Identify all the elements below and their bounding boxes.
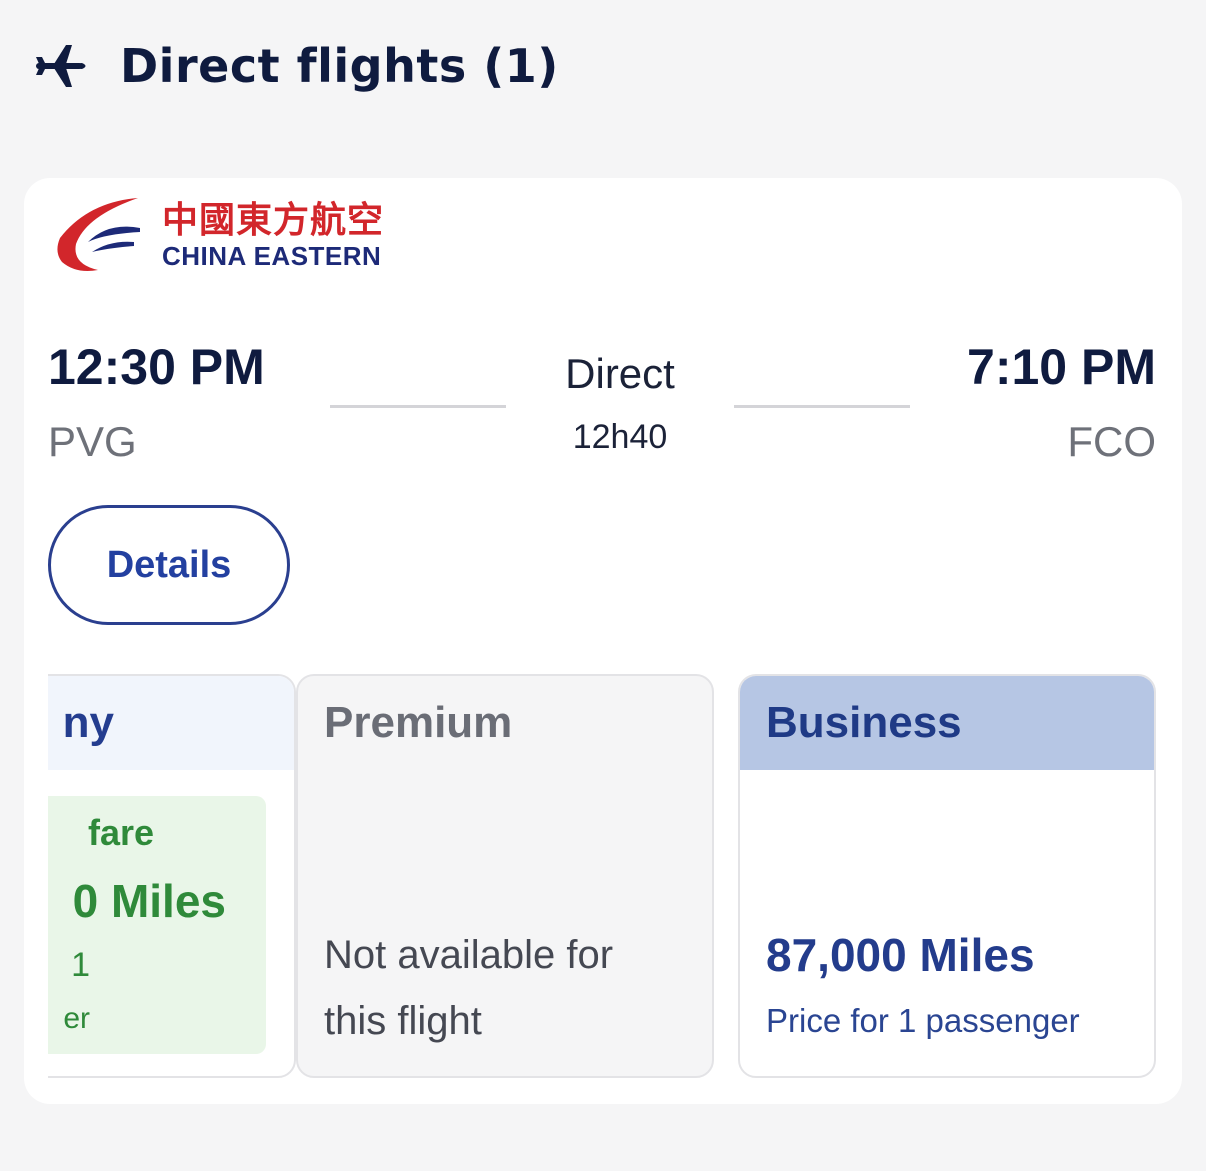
fare-carousel[interactable]: ny fare 0 Miles 1 er Premium Not availab… <box>48 672 1158 1082</box>
airline-name-en: CHINA EASTERN <box>162 241 382 271</box>
details-button[interactable]: Details <box>48 505 290 625</box>
section-title: Direct flights (1) <box>120 39 559 93</box>
fare-option-highlight[interactable]: fare 0 Miles 1 er <box>48 796 266 1054</box>
fare-name: fare <box>87 812 154 853</box>
stops-label: Direct <box>565 350 675 397</box>
flight-results-page: Direct flights (1) 中國東方航空 CHINA EASTERN … <box>0 0 1206 1171</box>
fare-unavailable-text: Not available for this flight <box>324 933 614 1043</box>
airline-logo: 中國東方航空 CHINA EASTERN <box>48 194 408 276</box>
china-eastern-swallow-logo <box>57 198 140 271</box>
fare-price: 0 Miles <box>72 875 226 927</box>
fare-note: 1 <box>71 946 90 984</box>
flight-duration: 12h40 <box>572 418 668 456</box>
route-line-left <box>330 405 506 408</box>
arrival-airport: FCO <box>1067 418 1156 465</box>
fare-note: er <box>63 1002 90 1035</box>
airplane-icon <box>32 41 90 91</box>
airline-wordmark: 中國東方航空 CHINA EASTERN <box>162 199 384 271</box>
fare-cabin-title: ny <box>48 676 294 770</box>
fare-card-premium[interactable]: Premium Not available for this flight <box>296 674 714 1078</box>
departure-time: 12:30 PM <box>48 339 265 395</box>
fare-card-economy[interactable]: ny fare 0 Miles 1 er <box>48 674 296 1078</box>
fare-note: Price for 1 passenger <box>766 1002 1080 1039</box>
section-header: Direct flights (1) <box>32 30 559 102</box>
arrival-time: 7:10 PM <box>967 339 1156 395</box>
departure-airport: PVG <box>48 418 137 465</box>
flight-card: 中國東方航空 CHINA EASTERN 12:30 PM PVG Direct… <box>24 178 1182 1104</box>
airline-name-cn: 中國東方航空 <box>162 199 385 241</box>
fare-card-business[interactable]: Business 87,000 Miles Price for 1 passen… <box>738 674 1156 1078</box>
fare-cabin-title: Business <box>740 676 1154 770</box>
fare-price: 87,000 Miles <box>766 929 1035 981</box>
route-line-right <box>734 405 910 408</box>
fare-cabin-title: Premium <box>324 698 513 747</box>
